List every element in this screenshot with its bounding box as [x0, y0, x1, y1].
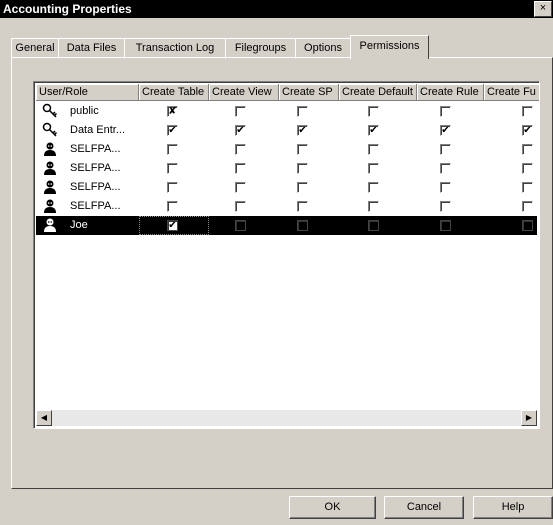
permission-checkbox[interactable]: [368, 163, 379, 174]
key-role-icon: [42, 122, 58, 138]
table-row[interactable]: Data Entr... ✔ ✔ ✔ ✔ ✔ ✔: [36, 121, 537, 140]
permission-checkbox[interactable]: [368, 220, 379, 231]
column-header[interactable]: Create Rule: [417, 84, 484, 101]
column-header[interactable]: Create SP: [279, 84, 339, 101]
scroll-left-icon[interactable]: ◀: [36, 410, 52, 426]
key-role-icon: [42, 103, 58, 119]
user-role-name: Joe: [70, 219, 88, 231]
user-role-name: public: [70, 105, 99, 117]
help-button[interactable]: Help: [473, 496, 553, 519]
table-row[interactable]: SELFPA...: [36, 140, 537, 159]
ok-button[interactable]: OK: [289, 496, 376, 519]
permission-checkbox[interactable]: [235, 182, 246, 193]
permission-checkbox[interactable]: [235, 220, 246, 231]
user-icon: [42, 160, 58, 176]
user-icon: [42, 217, 58, 233]
permission-checkbox[interactable]: ✔: [368, 125, 379, 136]
permissions-grid[interactable]: User/Role Create Table Create View Create S…: [33, 81, 540, 429]
user-role-name: SELFPA...: [70, 162, 121, 174]
user-icon: [42, 198, 58, 214]
permission-checkbox[interactable]: [167, 201, 178, 212]
permission-checkbox[interactable]: ✔: [522, 125, 533, 136]
tab-permissions[interactable]: Permissions: [350, 35, 429, 59]
tab-filegroups[interactable]: Filegroups: [225, 38, 296, 59]
permission-checkbox[interactable]: [235, 106, 246, 117]
table-row[interactable]: SELFPA...: [36, 197, 537, 216]
tab-transaction-log[interactable]: Transaction Log: [124, 38, 226, 59]
user-icon: [42, 179, 58, 195]
permission-checkbox[interactable]: [297, 106, 308, 117]
title-bar: Accounting Properties ×: [0, 0, 553, 18]
permission-checkbox[interactable]: [522, 220, 533, 231]
user-icon: [42, 141, 58, 157]
permission-checkbox[interactable]: ✔: [235, 125, 246, 136]
permission-checkbox[interactable]: [297, 201, 308, 212]
close-button[interactable]: ×: [534, 1, 552, 17]
table-row[interactable]: SELFPA...: [36, 178, 537, 197]
tab-options[interactable]: Options: [295, 38, 351, 59]
horizontal-scrollbar[interactable]: ◀ ▶: [36, 410, 537, 426]
column-header[interactable]: Create Fu: [484, 84, 539, 101]
column-header[interactable]: Create Default: [339, 84, 417, 101]
user-role-name: SELFPA...: [70, 181, 121, 193]
user-role-name: SELFPA...: [70, 200, 121, 212]
permission-checkbox[interactable]: [522, 163, 533, 174]
permission-checkbox[interactable]: [440, 201, 451, 212]
permission-checkbox[interactable]: ✔: [167, 125, 178, 136]
permission-checkbox[interactable]: [440, 220, 451, 231]
user-role-name: Data Entr...: [70, 124, 126, 136]
permission-checkbox[interactable]: [297, 144, 308, 155]
permission-checkbox[interactable]: ✔: [297, 125, 308, 136]
user-role-name: SELFPA...: [70, 143, 121, 155]
permission-checkbox[interactable]: [522, 144, 533, 155]
permission-checkbox[interactable]: ✘: [167, 106, 178, 117]
permission-checkbox[interactable]: [297, 220, 308, 231]
tab-strip: General Data Files Transaction Log Fileg…: [11, 35, 551, 59]
scroll-right-icon[interactable]: ▶: [521, 410, 537, 426]
permission-checkbox[interactable]: [440, 163, 451, 174]
permission-checkbox[interactable]: [368, 106, 379, 117]
permission-checkbox[interactable]: [440, 106, 451, 117]
permission-checkbox[interactable]: ✔: [167, 220, 178, 231]
permission-checkbox[interactable]: [522, 106, 533, 117]
permission-checkbox[interactable]: [235, 144, 246, 155]
permission-checkbox[interactable]: [440, 182, 451, 193]
permission-checkbox[interactable]: [368, 144, 379, 155]
permission-checkbox[interactable]: [167, 163, 178, 174]
table-row[interactable]: SELFPA...: [36, 159, 537, 178]
tab-data-files[interactable]: Data Files: [58, 38, 125, 59]
tab-general[interactable]: General: [11, 38, 59, 59]
permission-checkbox[interactable]: [522, 201, 533, 212]
table-row[interactable]: Joe ✔: [36, 216, 537, 235]
column-header[interactable]: Create Table: [139, 84, 209, 101]
cancel-button[interactable]: Cancel: [384, 496, 464, 519]
permission-checkbox[interactable]: [440, 144, 451, 155]
permission-checkbox[interactable]: [235, 201, 246, 212]
permission-checkbox[interactable]: [167, 144, 178, 155]
permission-checkbox[interactable]: [297, 163, 308, 174]
permission-checkbox[interactable]: [167, 182, 178, 193]
permission-checkbox[interactable]: ✔: [440, 125, 451, 136]
permission-checkbox[interactable]: [297, 182, 308, 193]
window-title: Accounting Properties: [3, 2, 132, 16]
permission-checkbox[interactable]: [368, 182, 379, 193]
column-header[interactable]: User/Role: [36, 84, 139, 101]
permission-checkbox[interactable]: [522, 182, 533, 193]
column-header[interactable]: Create View: [209, 84, 279, 101]
permission-checkbox[interactable]: [368, 201, 379, 212]
permission-checkbox[interactable]: [235, 163, 246, 174]
table-row[interactable]: public ✘: [36, 102, 537, 121]
